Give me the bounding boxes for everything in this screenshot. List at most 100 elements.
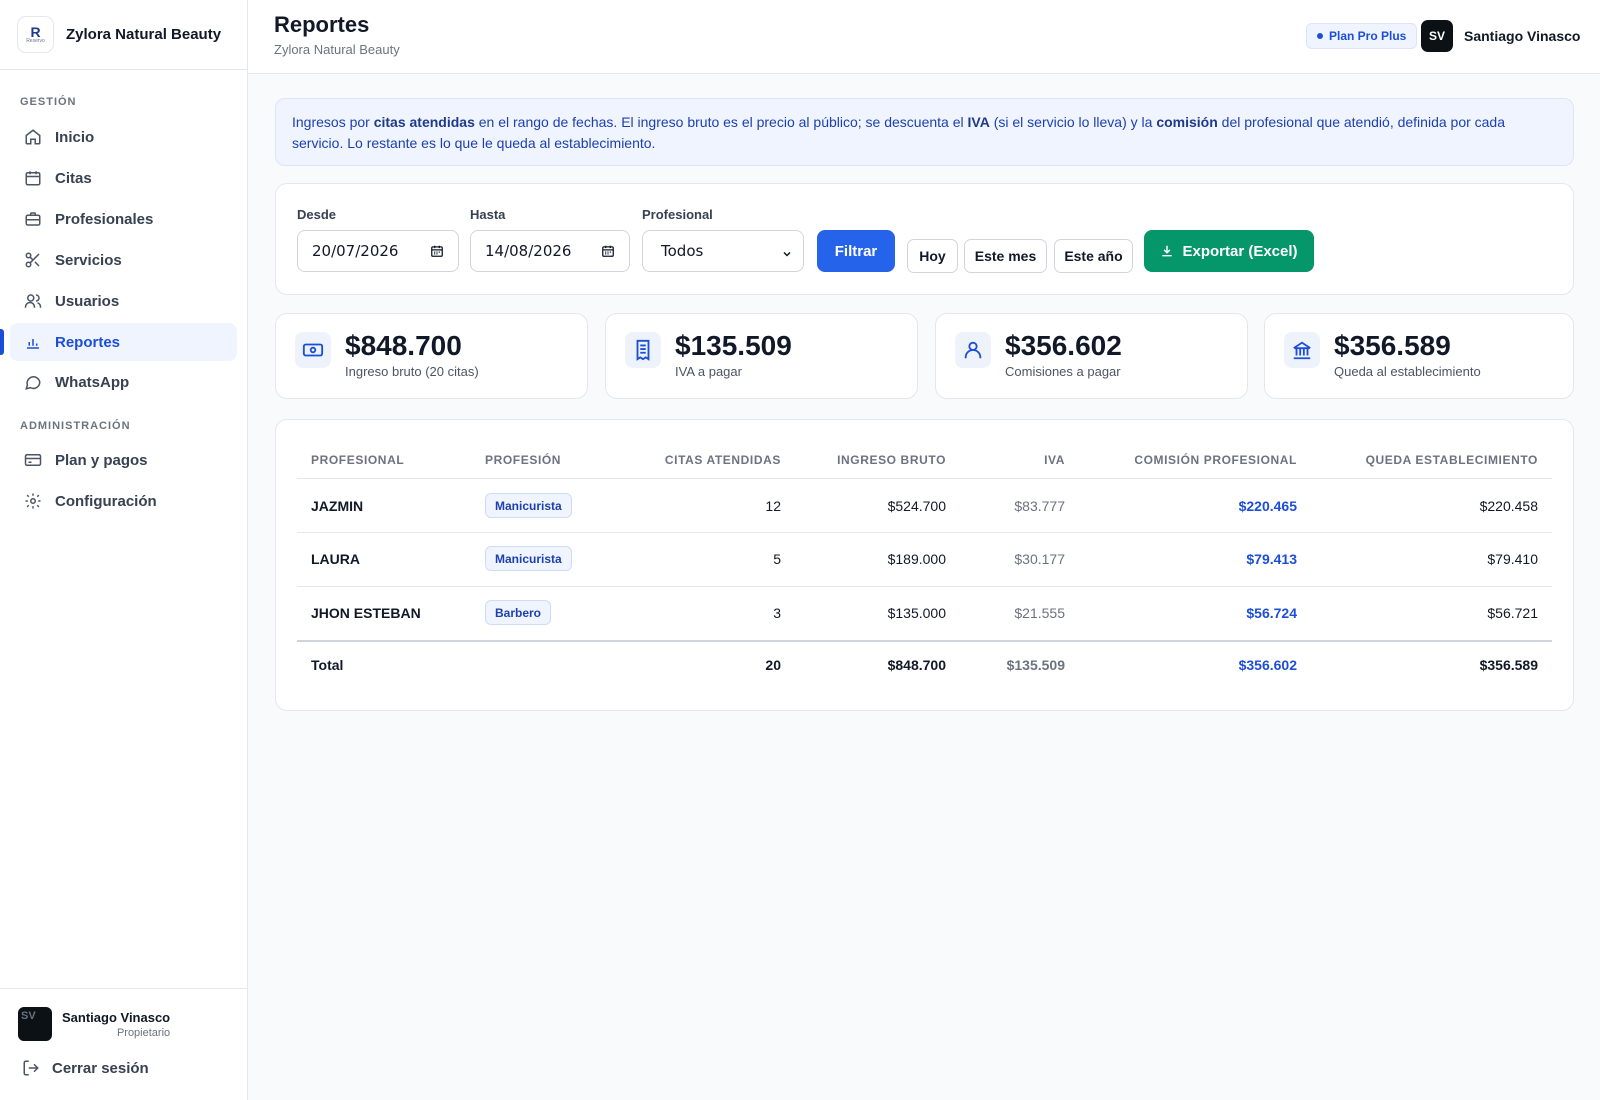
column-header-ingreso-bruto: INGRESO BRUTO — [837, 453, 946, 467]
hasta-input[interactable]: 14/08/2026 — [470, 230, 630, 272]
hasta-value: 14/08/2026 — [485, 242, 572, 260]
exportar-label: Exportar (Excel) — [1182, 242, 1298, 260]
calendar-icon[interactable] — [601, 244, 615, 262]
profesional-value: Todos — [661, 242, 704, 260]
column-header-queda: QUEDA ESTABLECIMIENTO — [1365, 453, 1538, 467]
hasta-label: Hasta — [470, 207, 506, 222]
info-bold: citas atendidas — [373, 114, 475, 130]
sidebar-item-configuracion[interactable]: Configuración — [10, 482, 237, 520]
user-role: Propietario — [116, 1026, 171, 1039]
logout-icon — [22, 1059, 40, 1077]
briefcase-icon — [23, 209, 43, 229]
section-label-gestion: GESTIÓN — [20, 96, 77, 108]
section-label-administracion: ADMINISTRACIÓN — [20, 420, 131, 432]
kpi-card-establecimiento: $356.589 Queda al establecimiento — [1264, 313, 1574, 399]
calendar-icon — [23, 168, 43, 188]
receipt-icon — [625, 332, 661, 368]
sidebar-item-label: WhatsApp — [55, 373, 130, 391]
avatar[interactable]: SV — [1421, 20, 1453, 52]
cell-queda: $220.458 — [1479, 498, 1538, 514]
info-text: Ingresos por — [292, 114, 374, 130]
cell-ingreso-bruto: $524.700 — [887, 498, 946, 514]
cell-iva: $30.177 — [1014, 551, 1065, 567]
scissors-icon — [23, 250, 43, 270]
credit-card-icon — [23, 450, 43, 470]
cell-citas: 5 — [773, 551, 781, 567]
info-banner: Ingresos por citas atendidas en el rango… — [275, 98, 1574, 166]
cell-queda: $79.410 — [1487, 551, 1538, 567]
kpi-value: $848.700 — [345, 330, 462, 361]
sidebar-footer: SV Santiago Vinasco Propietario Cerrar s… — [0, 988, 248, 1100]
sidebar-item-whatsapp[interactable]: WhatsApp — [10, 363, 237, 401]
sidebar-item-profesionales[interactable]: Profesionales — [10, 200, 237, 238]
kpi-value: $135.509 — [675, 330, 792, 361]
column-header-comision: COMISIÓN PROFESIONAL — [1134, 453, 1297, 467]
home-icon — [23, 127, 43, 147]
brand-name: Zylora Natural Beauty — [66, 26, 222, 43]
total-citas: 20 — [765, 657, 781, 673]
profesional-label: Profesional — [642, 207, 713, 222]
sidebar-item-reportes[interactable]: Reportes — [10, 323, 237, 361]
este-anio-button[interactable]: Este año — [1054, 239, 1133, 273]
column-header-citas: CITAS ATENDIDAS — [664, 453, 781, 467]
total-iva: $135.509 — [1006, 657, 1065, 673]
gear-icon — [23, 491, 43, 511]
avatar: SV — [18, 1007, 52, 1041]
kpi-card-bruto: $848.700 Ingreso bruto (20 citas) — [275, 313, 588, 399]
hoy-button[interactable]: Hoy — [907, 239, 958, 273]
dot-icon — [1317, 33, 1323, 39]
cell-comision: $79.413 — [1246, 551, 1297, 567]
total-divider — [297, 640, 1552, 642]
profesion-badge: Manicurista — [485, 493, 572, 518]
chevron-down-icon — [781, 246, 793, 264]
sidebar-item-usuarios[interactable]: Usuarios — [10, 282, 237, 320]
sidebar-item-inicio[interactable]: Inicio — [10, 118, 237, 156]
brand[interactable]: R Reservo Zylora Natural Beauty — [0, 0, 247, 70]
filtrar-button[interactable]: Filtrar — [817, 230, 895, 272]
sidebar-item-citas[interactable]: Citas — [10, 159, 237, 197]
calendar-icon[interactable] — [430, 244, 444, 262]
sidebar-item-label: Inicio — [55, 128, 95, 146]
cell-profesional: JAZMIN — [311, 498, 364, 514]
brand-logo: R Reservo — [17, 16, 54, 53]
desde-input[interactable]: 20/07/2026 — [297, 230, 459, 272]
sidebar-item-plan-pagos[interactable]: Plan y pagos — [10, 441, 237, 479]
sidebar-item-label: Servicios — [55, 251, 122, 269]
page-title: Reportes — [274, 12, 370, 37]
profesion-badge: Barbero — [485, 600, 552, 625]
kpi-label: Queda al establecimiento — [1334, 364, 1481, 379]
column-header-profesional: PROFESIONAL — [311, 453, 405, 467]
cell-ingreso-bruto: $135.000 — [887, 605, 946, 621]
active-indicator — [0, 329, 4, 355]
sidebar-user[interactable]: SV Santiago Vinasco Propietario — [18, 1007, 170, 1041]
user-name: Santiago Vinasco — [62, 1009, 171, 1025]
cell-ingreso-bruto: $189.000 — [887, 551, 946, 567]
chat-bubble-icon — [23, 372, 43, 392]
plan-badge[interactable]: Plan Pro Plus — [1306, 23, 1418, 49]
cell-iva: $83.777 — [1014, 498, 1065, 514]
info-text: (si el servicio lo lleva) y la — [989, 114, 1157, 130]
sidebar-item-label: Configuración — [55, 492, 157, 510]
kpi-card-iva: $135.509 IVA a pagar — [605, 313, 918, 399]
page-subtitle: Zylora Natural Beauty — [274, 42, 400, 57]
logout-button[interactable]: Cerrar sesión — [22, 1059, 149, 1077]
header-user-name[interactable]: Santiago Vinasco — [1464, 28, 1580, 44]
sidebar-item-servicios[interactable]: Servicios — [10, 241, 237, 279]
kpi-label: Ingreso bruto (20 citas) — [345, 364, 479, 379]
sidebar-item-label: Plan y pagos — [55, 451, 148, 469]
cell-citas: 12 — [765, 498, 781, 514]
total-label: Total — [311, 657, 344, 673]
kpi-label: IVA a pagar — [675, 364, 742, 379]
kpi-card-comisiones: $356.602 Comisiones a pagar — [935, 313, 1248, 399]
logo-subtext: Reservo — [26, 37, 45, 44]
info-bold: IVA — [967, 114, 990, 130]
row-divider — [297, 478, 1552, 479]
exportar-excel-button[interactable]: Exportar (Excel) — [1144, 230, 1314, 272]
sidebar-item-label: Citas — [55, 169, 92, 187]
kpi-label: Comisiones a pagar — [1005, 364, 1121, 379]
este-mes-button[interactable]: Este mes — [964, 239, 1047, 273]
logo-letter: R — [30, 23, 41, 40]
cell-profesional: LAURA — [311, 551, 360, 567]
profesional-select[interactable]: Todos — [642, 230, 804, 272]
total-queda: $356.589 — [1479, 657, 1538, 673]
